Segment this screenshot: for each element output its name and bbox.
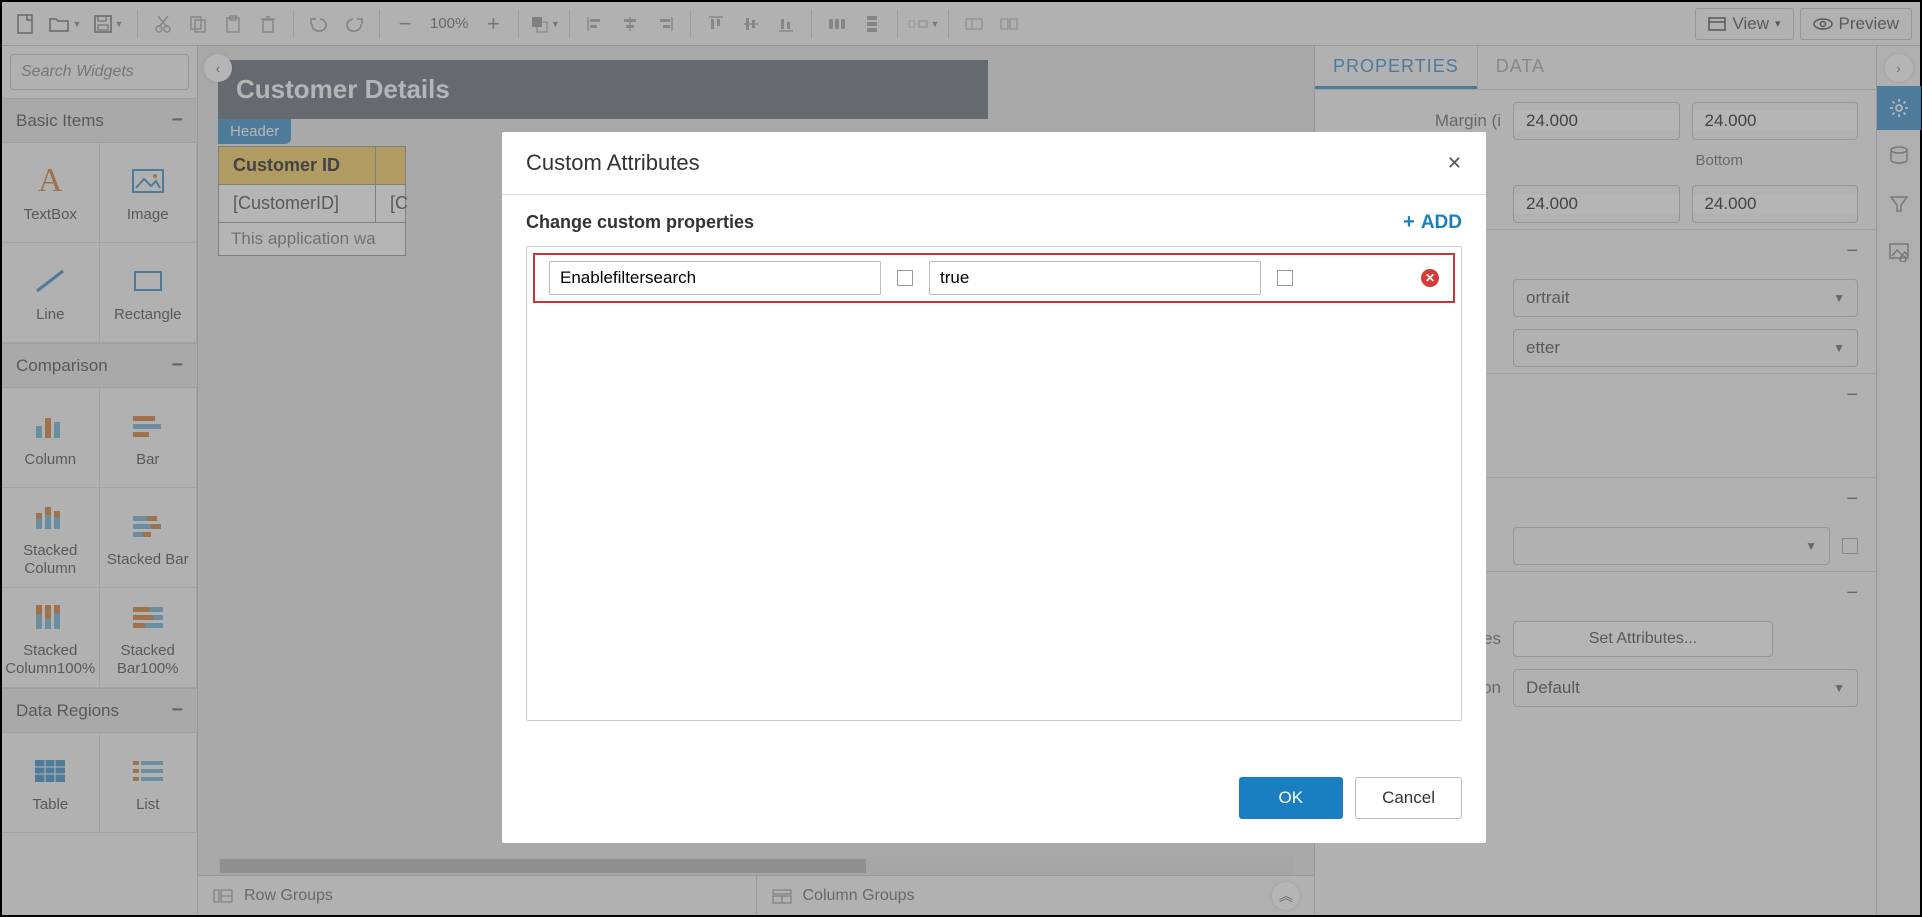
attribute-value-checkbox[interactable] [1277, 270, 1293, 286]
attribute-name-checkbox[interactable] [897, 270, 913, 286]
cancel-button[interactable]: Cancel [1355, 777, 1462, 819]
plus-icon: + [1403, 211, 1415, 234]
delete-attribute-button[interactable]: ✕ [1421, 269, 1439, 287]
add-attribute-button[interactable]: + ADD [1403, 211, 1462, 234]
attribute-name-input[interactable] [549, 261, 881, 295]
custom-attributes-dialog: Custom Attributes ✕ Change custom proper… [502, 132, 1486, 843]
attribute-value-input[interactable] [929, 261, 1261, 295]
custom-attributes-list: ✕ [526, 246, 1462, 721]
dialog-subtitle: Change custom properties [526, 212, 754, 233]
dialog-title: Custom Attributes [526, 150, 700, 176]
dialog-close-button[interactable]: ✕ [1447, 153, 1462, 174]
custom-attribute-row: ✕ [533, 253, 1455, 303]
ok-button[interactable]: OK [1239, 777, 1344, 819]
add-label: ADD [1421, 212, 1462, 234]
